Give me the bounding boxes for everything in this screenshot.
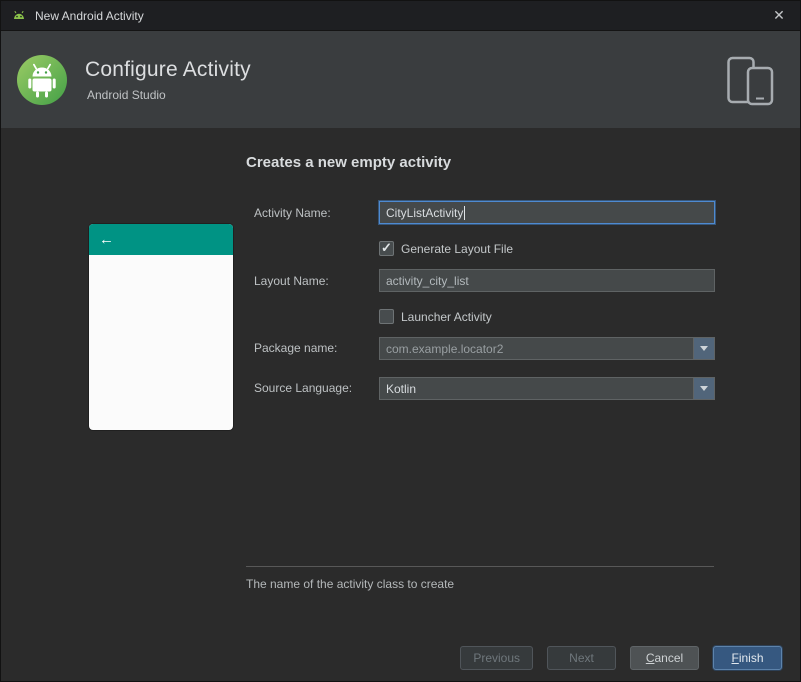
launcher-activity-label: Launcher Activity — [401, 309, 492, 324]
text-caret — [464, 205, 466, 220]
page-title: Creates a new empty activity — [246, 154, 452, 171]
source-language-label: Source Language: — [254, 381, 353, 395]
wizard-title: Configure Activity — [85, 57, 251, 81]
phone-tablet-icon — [727, 57, 774, 106]
layout-name-input[interactable]: activity_city_list — [379, 269, 715, 292]
wizard-content: Creates a new empty activity ← Activity … — [1, 128, 800, 681]
source-language-value: Kotlin — [386, 381, 417, 396]
layout-name-value: activity_city_list — [386, 273, 469, 288]
previous-button[interactable]: Previous — [460, 646, 533, 670]
close-icon[interactable]: ✕ — [768, 5, 790, 27]
source-language-combobox[interactable]: Kotlin — [379, 377, 715, 400]
package-name-dropdown-button[interactable] — [693, 338, 714, 359]
new-android-activity-dialog: New Android Activity ✕ Configure Activit… — [0, 0, 801, 682]
generate-layout-label: Generate Layout File — [401, 241, 514, 256]
chevron-down-icon — [700, 386, 708, 391]
generate-layout-checkbox[interactable] — [379, 240, 394, 256]
generate-layout-checkbox-row: Generate Layout File — [379, 240, 514, 256]
activity-name-label: Activity Name: — [254, 206, 331, 220]
android-studio-logo-icon — [17, 54, 67, 105]
button-bar: Previous Next Cancel Finish — [460, 646, 782, 670]
wizard-header-titles: Configure Activity Android Studio — [85, 58, 251, 102]
android-logo-icon — [14, 10, 24, 19]
package-name-combobox[interactable]: com.example.locator2 — [379, 337, 715, 360]
source-language-dropdown-button[interactable] — [693, 378, 714, 399]
cancel-button[interactable]: Cancel — [630, 646, 699, 670]
wizard-header: Configure Activity Android Studio — [1, 31, 800, 128]
back-arrow-icon: ← — [99, 231, 114, 248]
package-name-value: com.example.locator2 — [386, 341, 504, 356]
chevron-down-icon — [700, 346, 708, 351]
finish-button[interactable]: Finish — [713, 646, 782, 670]
hint-divider — [246, 566, 714, 567]
preview-appbar: ← — [89, 224, 233, 255]
title-bar: New Android Activity ✕ — [1, 1, 800, 31]
activity-name-value: CityListActivity — [386, 205, 464, 220]
activity-name-input[interactable]: CityListActivity — [379, 201, 715, 224]
next-button[interactable]: Next — [547, 646, 616, 670]
launcher-activity-checkbox-row: Launcher Activity — [379, 309, 492, 324]
activity-template-preview: ← — [89, 224, 233, 430]
layout-name-label: Layout Name: — [254, 274, 329, 288]
window-title: New Android Activity — [35, 8, 144, 23]
package-name-label: Package name: — [254, 341, 338, 355]
launcher-activity-checkbox[interactable] — [379, 309, 394, 324]
hint-text: The name of the activity class to create — [246, 577, 455, 591]
wizard-subtitle: Android Studio — [87, 87, 166, 102]
